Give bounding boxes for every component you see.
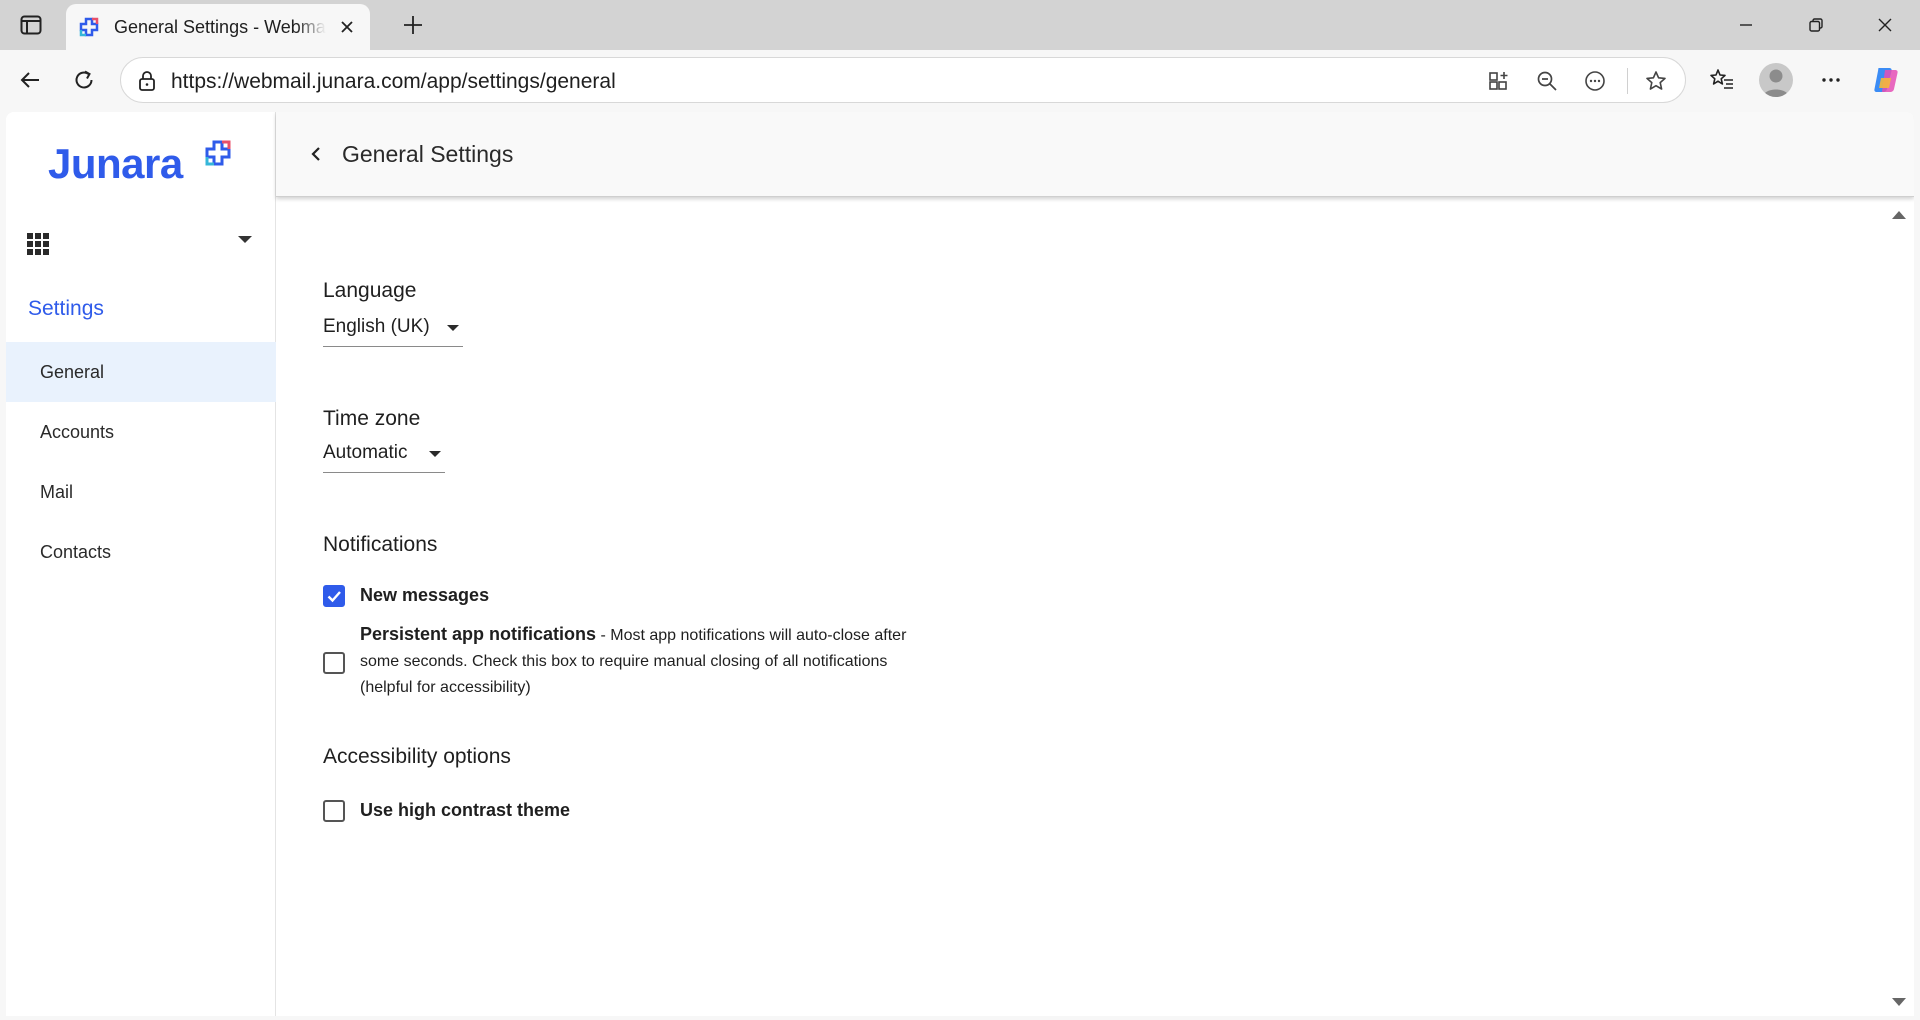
lock-icon[interactable] bbox=[135, 69, 159, 93]
sidebar-item-contacts[interactable]: Contacts bbox=[6, 522, 276, 582]
high-contrast-checkbox[interactable] bbox=[323, 800, 345, 822]
logo-text: Junara bbox=[48, 140, 183, 187]
scroll-down-icon[interactable] bbox=[1892, 998, 1906, 1006]
page-title: General Settings bbox=[342, 141, 514, 167]
timezone-label: Time zone bbox=[323, 407, 421, 430]
avatar-icon[interactable] bbox=[1759, 63, 1793, 97]
persistent-notifications-label: Persistent app notifications bbox=[360, 624, 597, 644]
junara-logo-mark-icon bbox=[203, 138, 233, 168]
browser-toolbar: https://webmail.junara.com/app/settings/… bbox=[0, 50, 1920, 110]
timezone-select[interactable]: Automatic bbox=[323, 439, 445, 473]
zoom-out-icon[interactable] bbox=[1533, 67, 1561, 95]
settings-nav: General Accounts Mail Contacts bbox=[6, 342, 276, 582]
browser-tab-active[interactable]: General Settings - Webmail bbox=[66, 4, 370, 50]
notifications-label: Notifications bbox=[323, 533, 438, 556]
app-add-icon[interactable] bbox=[1485, 67, 1513, 95]
persistent-notifications-text[interactable]: Persistent app notifications - Most app … bbox=[360, 621, 940, 701]
page-viewport: Junara Settings General Accounts Mail Co… bbox=[6, 112, 1914, 1016]
high-contrast-label[interactable]: Use high contrast theme bbox=[360, 800, 570, 821]
refresh-icon[interactable] bbox=[64, 60, 104, 100]
browser-tab-strip: General Settings - Webmail bbox=[0, 0, 1920, 50]
tab-actions-icon[interactable] bbox=[14, 12, 48, 38]
new-messages-checkbox[interactable] bbox=[323, 585, 345, 607]
persistent-notifications-checkbox[interactable] bbox=[323, 652, 345, 674]
chevron-down-icon[interactable] bbox=[238, 236, 252, 243]
tab-title: General Settings - Webmail bbox=[114, 17, 326, 38]
close-icon[interactable] bbox=[336, 16, 358, 38]
restore-icon[interactable] bbox=[1793, 8, 1839, 42]
sidebar-item-accounts[interactable]: Accounts bbox=[6, 402, 276, 462]
timezone-value: Automatic bbox=[323, 442, 408, 463]
chevron-down-icon bbox=[429, 451, 441, 457]
settings-content: Language English (UK) Time zone Automati… bbox=[276, 199, 1914, 1016]
window-close-icon[interactable] bbox=[1862, 8, 1908, 42]
settings-heading: Settings bbox=[28, 297, 104, 320]
copilot-icon[interactable] bbox=[1866, 60, 1906, 100]
page-header: General Settings bbox=[276, 112, 1914, 197]
language-label: Language bbox=[323, 279, 417, 302]
minimize-icon[interactable] bbox=[1723, 8, 1769, 42]
chevron-left-icon[interactable] bbox=[304, 142, 328, 166]
sidebar-item-general[interactable]: General bbox=[6, 342, 276, 402]
url-text[interactable]: https://webmail.junara.com/app/settings/… bbox=[171, 70, 616, 94]
language-value: English (UK) bbox=[323, 316, 430, 337]
sidebar: Junara Settings General Accounts Mail Co… bbox=[6, 112, 276, 1016]
circle-ellipsis-icon[interactable] bbox=[1581, 67, 1609, 95]
junara-favicon-icon bbox=[78, 16, 100, 38]
omnibox-divider bbox=[1627, 68, 1628, 94]
star-icon[interactable] bbox=[1642, 67, 1670, 95]
new-messages-label[interactable]: New messages bbox=[360, 585, 489, 606]
accessibility-label: Accessibility options bbox=[323, 745, 511, 768]
apps-grid-icon[interactable] bbox=[24, 230, 50, 256]
chevron-down-icon bbox=[447, 325, 459, 331]
sidebar-item-mail[interactable]: Mail bbox=[6, 462, 276, 522]
junara-logo[interactable]: Junara bbox=[48, 140, 231, 190]
ellipsis-icon[interactable] bbox=[1811, 60, 1851, 100]
language-select[interactable]: English (UK) bbox=[323, 313, 463, 347]
favorites-list-icon[interactable] bbox=[1702, 60, 1742, 100]
plus-icon[interactable] bbox=[396, 8, 430, 42]
address-bar[interactable]: https://webmail.junara.com/app/settings/… bbox=[120, 57, 1686, 103]
arrow-left-icon[interactable] bbox=[10, 60, 50, 100]
scroll-up-icon[interactable] bbox=[1892, 211, 1906, 219]
